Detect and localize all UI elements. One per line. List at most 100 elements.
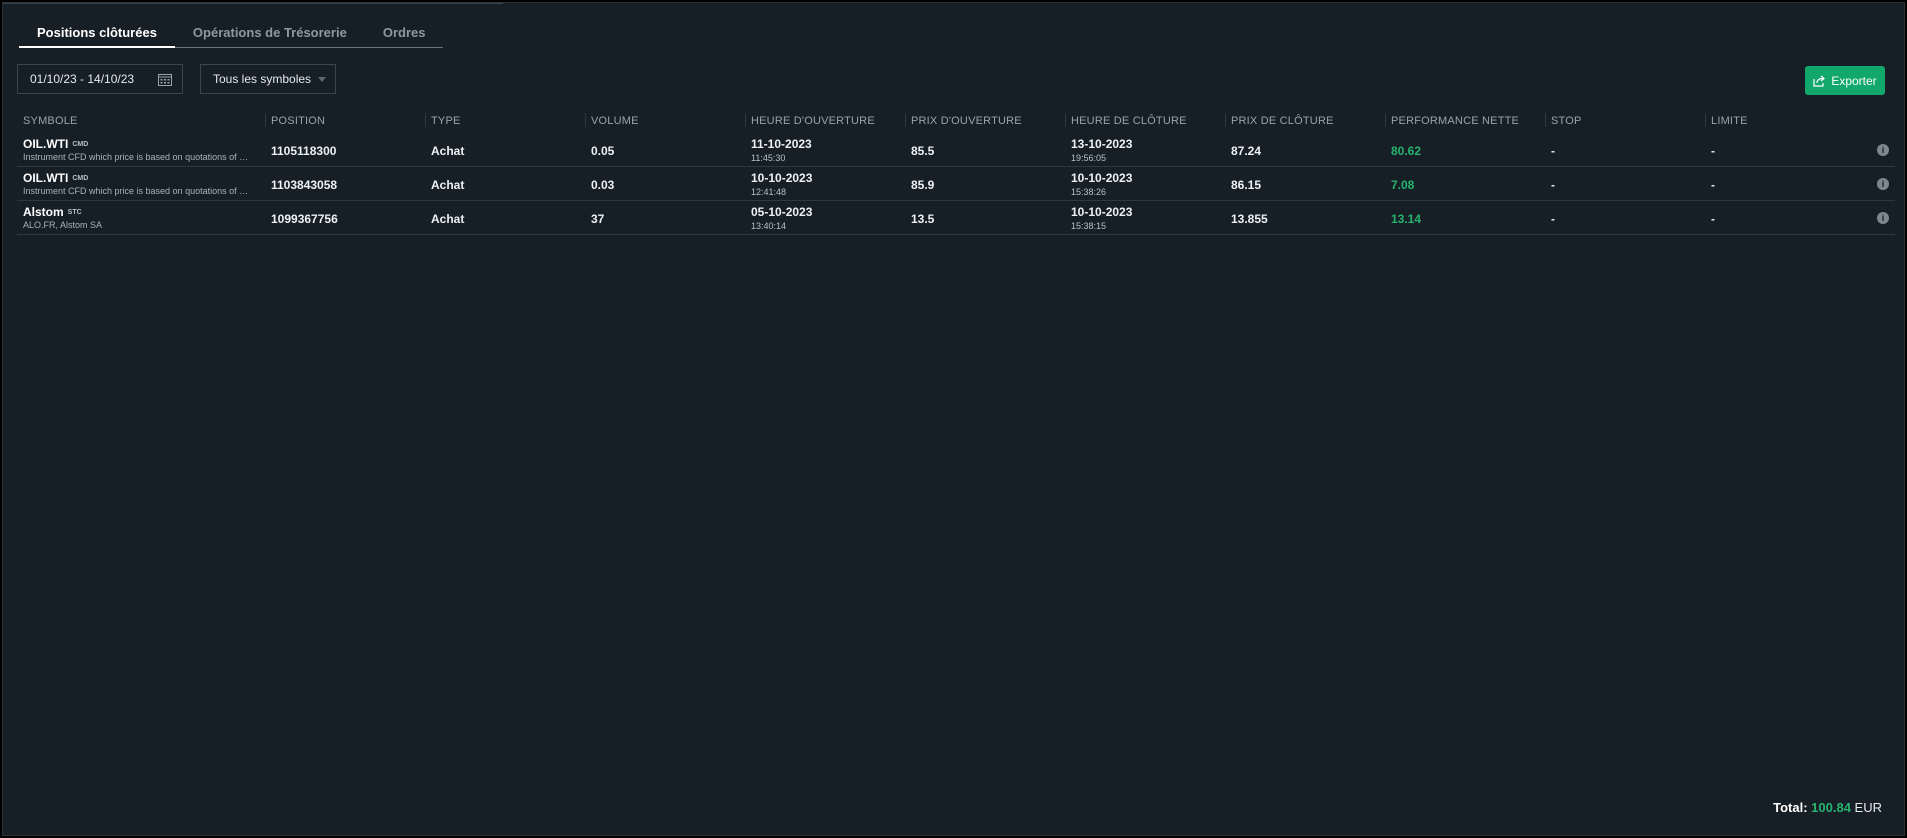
open-time: 13:40:14 [751, 221, 787, 231]
positions-table: SYMBOLE POSITION TYPE VOLUME HEURE D'OUV… [17, 109, 1895, 235]
tab-orders[interactable]: Ordres [365, 21, 444, 47]
tab-closed-positions[interactable]: Positions clôturées [19, 21, 175, 48]
open-price: 85.5 [911, 144, 935, 158]
net-performance: 13.14 [1391, 212, 1422, 226]
stop-value: - [1551, 212, 1555, 226]
symbol-name: OIL.WTI [23, 171, 69, 185]
limit-value: - [1711, 144, 1715, 158]
symbol-badge: CMD [72, 141, 89, 148]
info-icon[interactable]: i [1877, 144, 1889, 156]
close-datetime: 10-10-2023 15:38:15 [1071, 205, 1132, 231]
symbol-description: Instrument CFD which price is based on q… [23, 152, 249, 162]
symbol-cell: OIL.WTI CMD Instrument CFD which price is… [23, 171, 268, 196]
open-datetime: 10-10-2023 12:41:48 [751, 171, 812, 197]
table-header: SYMBOLE POSITION TYPE VOLUME HEURE D'OUV… [17, 109, 1895, 133]
col-divider[interactable] [425, 113, 426, 127]
symbol-description: ALO.FR, Alstom SA [23, 220, 103, 230]
col-divider[interactable] [1065, 113, 1066, 127]
symbol-name: Alstom [23, 205, 64, 219]
stop-value: - [1551, 178, 1555, 192]
col-divider[interactable] [1705, 113, 1706, 127]
close-time: 15:38:15 [1071, 221, 1107, 231]
total-summary: Total: 100.84 EUR [1773, 800, 1882, 815]
col-divider[interactable] [745, 113, 746, 127]
symbol-filter-select[interactable]: Tous les symboles [200, 64, 336, 94]
share-icon [1813, 75, 1826, 87]
limit-value: - [1711, 178, 1715, 192]
col-stop: STOP [1551, 115, 1582, 127]
col-close-time: HEURE DE CLÔTURE [1071, 115, 1187, 127]
close-price: 87.24 [1231, 144, 1262, 158]
open-datetime: 11-10-2023 11:45:30 [751, 137, 812, 163]
open-price: 85.9 [911, 178, 935, 192]
col-close-price: PRIX DE CLÔTURE [1231, 115, 1334, 127]
close-date: 10-10-2023 [1071, 205, 1133, 219]
info-icon[interactable]: i [1877, 212, 1889, 224]
total-currency: EUR [1854, 800, 1882, 815]
trade-type: Achat [431, 144, 465, 158]
col-divider[interactable] [1225, 113, 1226, 127]
net-performance: 7.08 [1391, 178, 1415, 192]
col-divider[interactable] [265, 113, 266, 127]
col-open-time: HEURE D'OUVERTURE [751, 115, 875, 127]
table-row[interactable]: OIL.WTI CMD Instrument CFD which price is… [17, 133, 1895, 167]
col-limit: LIMITE [1711, 115, 1748, 127]
close-datetime: 13-10-2023 19:56:05 [1071, 137, 1132, 163]
closed-positions-panel: Positions clôturées Opérations de Trésor… [2, 2, 1905, 836]
volume: 0.05 [591, 144, 615, 158]
position-id: 1103843058 [271, 178, 338, 192]
open-date: 10-10-2023 [751, 171, 813, 185]
total-label: Total: [1773, 800, 1808, 815]
col-net-performance: PERFORMANCE NETTE [1391, 115, 1520, 127]
stop-value: - [1551, 144, 1555, 158]
trade-type: Achat [431, 178, 465, 192]
close-time: 19:56:05 [1071, 153, 1107, 163]
col-symbole: SYMBOLE [23, 115, 78, 127]
export-label: Exporter [1831, 73, 1877, 88]
col-divider[interactable] [905, 113, 906, 127]
chevron-down-icon [318, 77, 326, 82]
close-price: 86.15 [1231, 178, 1262, 192]
close-time: 15:38:26 [1071, 187, 1107, 197]
volume: 37 [591, 212, 605, 226]
export-button[interactable]: Exporter [1805, 66, 1885, 95]
col-divider[interactable] [1545, 113, 1546, 127]
info-icon[interactable]: i [1877, 178, 1889, 190]
col-open-price: PRIX D'OUVERTURE [911, 115, 1022, 127]
net-performance: 80.62 [1391, 144, 1422, 158]
limit-value: - [1711, 212, 1715, 226]
open-date: 11-10-2023 [751, 137, 812, 151]
table-row[interactable]: Alstom STC ALO.FR, Alstom SA 1099367756 A… [17, 201, 1895, 235]
open-price: 13.5 [911, 212, 935, 226]
open-time: 12:41:48 [751, 187, 787, 197]
date-range-picker[interactable]: 01/10/23 - 14/10/23 [17, 64, 183, 94]
symbol-badge: CMD [72, 175, 89, 182]
symbol-cell: Alstom STC ALO.FR, Alstom SA [23, 205, 268, 230]
top-divider [3, 3, 503, 4]
total-value: 100.84 [1811, 800, 1851, 815]
symbol-name: OIL.WTI [23, 137, 69, 151]
symbol-description: Instrument CFD which price is based on q… [23, 186, 249, 196]
tab-treasury-operations[interactable]: Opérations de Trésorerie [175, 21, 365, 47]
symbol-filter-value: Tous les symboles [213, 72, 312, 86]
col-type: TYPE [431, 115, 461, 127]
col-position: POSITION [271, 115, 326, 127]
col-volume: VOLUME [591, 115, 639, 127]
open-date: 05-10-2023 [751, 205, 813, 219]
position-id: 1099367756 [271, 212, 338, 226]
trade-type: Achat [431, 212, 465, 226]
date-range-value: 01/10/23 - 14/10/23 [30, 72, 135, 86]
tab-bar: Positions clôturées Opérations de Trésor… [19, 21, 444, 48]
position-id: 1105118300 [271, 144, 337, 158]
col-divider[interactable] [1385, 113, 1386, 127]
col-divider[interactable] [585, 113, 586, 127]
symbol-badge: STC [67, 209, 82, 216]
open-time: 11:45:30 [751, 153, 786, 163]
close-price: 13.855 [1231, 212, 1268, 226]
calendar-icon [158, 74, 172, 86]
symbol-cell: OIL.WTI CMD Instrument CFD which price is… [23, 137, 268, 162]
close-date: 13-10-2023 [1071, 137, 1133, 151]
open-datetime: 05-10-2023 13:40:14 [751, 205, 812, 231]
table-row[interactable]: OIL.WTI CMD Instrument CFD which price is… [17, 167, 1895, 201]
close-datetime: 10-10-2023 15:38:26 [1071, 171, 1132, 197]
